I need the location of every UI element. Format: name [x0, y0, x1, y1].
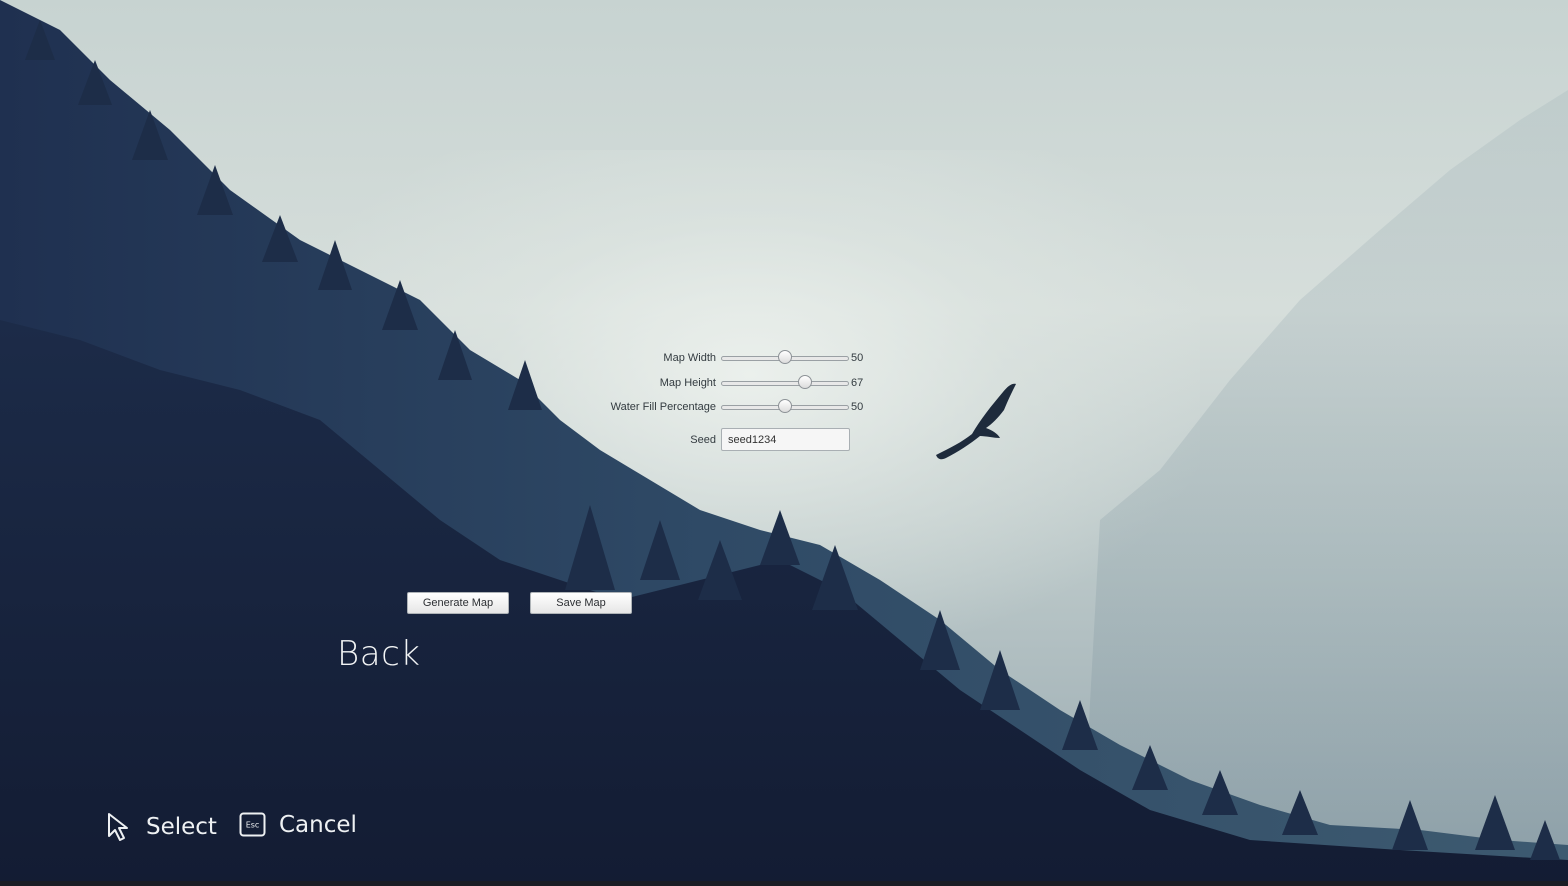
save-map-button[interactable]: Save Map [530, 592, 632, 614]
slider-thumb[interactable] [778, 350, 792, 364]
slider-track [721, 381, 849, 386]
cancel-hint-label: Cancel [279, 812, 357, 838]
mouse-cursor-icon [108, 813, 128, 841]
slider-thumb[interactable] [798, 375, 813, 389]
cancel-hint: Esc Cancel [239, 812, 357, 838]
map-height-slider[interactable] [721, 373, 849, 393]
bottom-edge-bar [0, 881, 1568, 886]
map-width-row: Map Width 50 [0, 348, 1568, 368]
water-fill-value: 50 [851, 401, 864, 413]
slider-thumb[interactable] [778, 399, 792, 413]
back-menu-item[interactable]: Back [337, 634, 420, 674]
esc-key-icon: Esc [239, 812, 266, 837]
select-hint-label: Select [146, 814, 217, 840]
map-height-label: Map Height [659, 377, 716, 389]
esc-key-text: Esc [246, 821, 260, 830]
map-height-value: 67 [851, 377, 864, 389]
generate-map-button[interactable]: Generate Map [407, 592, 509, 614]
water-fill-label: Water Fill Percentage [610, 401, 716, 413]
map-generator-screen: Map Width 50 Map Height 67 Water Fill Pe… [0, 0, 1568, 886]
map-width-value: 50 [851, 352, 864, 364]
water-fill-slider[interactable] [721, 397, 849, 417]
water-fill-row: Water Fill Percentage 50 [0, 397, 1568, 417]
map-width-label: Map Width [663, 352, 716, 364]
map-height-row: Map Height 67 [0, 373, 1568, 393]
seed-label: Seed [690, 434, 716, 446]
seed-input[interactable] [721, 428, 850, 451]
map-width-slider[interactable] [721, 348, 849, 368]
select-hint: Select [106, 812, 217, 842]
